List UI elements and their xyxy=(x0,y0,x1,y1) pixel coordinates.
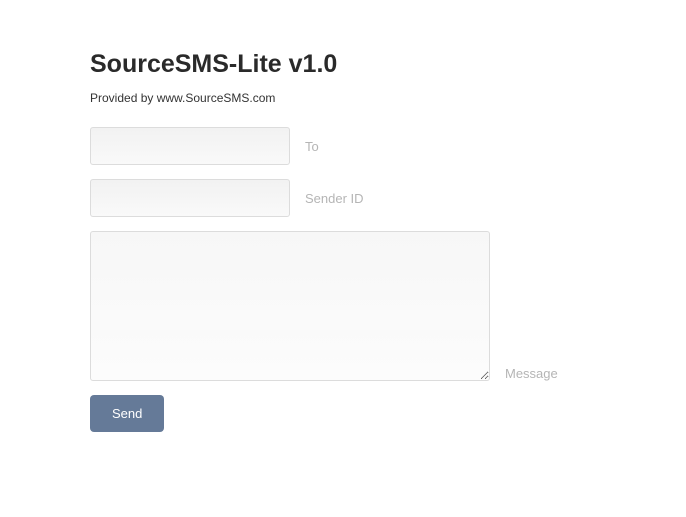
sender-id-input[interactable] xyxy=(90,179,290,217)
send-button[interactable]: Send xyxy=(90,395,164,432)
to-label: To xyxy=(305,139,319,154)
message-label: Message xyxy=(505,366,558,381)
to-input[interactable] xyxy=(90,127,290,165)
message-input[interactable] xyxy=(90,231,490,381)
sender-id-label: Sender ID xyxy=(305,191,364,206)
page-subtitle: Provided by www.SourceSMS.com xyxy=(90,91,686,105)
page-title: SourceSMS-Lite v1.0 xyxy=(90,50,686,79)
